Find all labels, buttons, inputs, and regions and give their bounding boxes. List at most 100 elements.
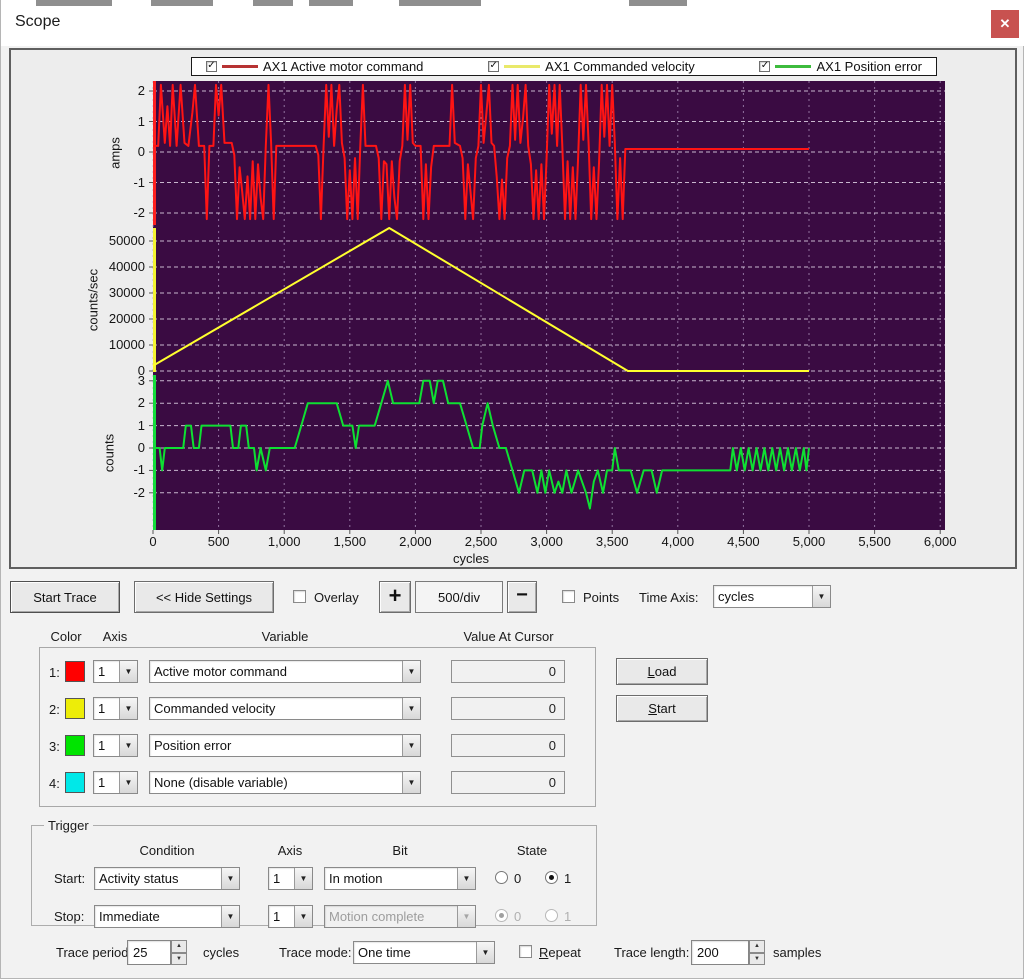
y-axis-title: amps — [107, 137, 123, 169]
variable-dropdown-4[interactable]: None (disable variable) ▼ — [149, 771, 421, 794]
x-tick-label: 3,000 — [530, 534, 563, 549]
trace-color-swatch[interactable] — [65, 661, 85, 682]
spin-down-icon[interactable]: ▼ — [171, 952, 187, 965]
y-tick-label: -1 — [133, 174, 145, 190]
chevron-down-icon: ▼ — [812, 586, 830, 607]
legend-line-swatch — [775, 65, 812, 68]
axis-dropdown-4[interactable]: 1 ▼ — [93, 771, 138, 794]
start-trace-button[interactable]: Start Trace — [10, 581, 120, 613]
y-tick-label: 1 — [137, 113, 145, 129]
condition-value: Immediate — [99, 909, 160, 924]
legend-checkbox[interactable] — [759, 61, 771, 72]
axis-value: 1 — [98, 775, 106, 790]
variable-value: None (disable variable) — [154, 775, 288, 790]
trigger-start-axis-dropdown[interactable]: 1 ▼ — [268, 867, 313, 890]
y-tick-label: 10000 — [108, 337, 145, 352]
repeat-checkbox[interactable] — [519, 945, 532, 958]
state-radio-1-label: 1 — [564, 909, 572, 924]
load-button[interactable]: Load — [616, 658, 708, 685]
legend-label: AX1 Active motor command — [263, 59, 424, 74]
plot-legend: AX1 Active motor command AX1 Commanded v… — [191, 57, 937, 76]
hide-settings-button[interactable]: << Hide Settings — [134, 581, 274, 613]
column-header-value: Value At Cursor — [463, 629, 554, 644]
legend-checkbox[interactable] — [206, 61, 217, 72]
x-axis-title: cycles — [452, 551, 490, 566]
chevron-down-icon: ▼ — [402, 735, 420, 756]
axis-value: 1 — [98, 738, 106, 753]
axis-value: 1 — [98, 664, 106, 679]
spin-up-icon[interactable]: ▲ — [749, 940, 765, 953]
trace-color-swatch[interactable] — [65, 698, 85, 719]
time-per-div-value: 500/div — [438, 589, 480, 605]
chevron-down-icon: ▼ — [294, 906, 312, 927]
menu-fragment — [629, 0, 687, 6]
plus-icon: + — [388, 582, 402, 608]
x-tick-label: 2,000 — [399, 534, 432, 549]
variable-dropdown-1[interactable]: Active motor command ▼ — [149, 660, 421, 683]
axis-dropdown-2[interactable]: 1 ▼ — [93, 697, 138, 720]
time-per-div-display: 500/div — [415, 581, 503, 613]
x-tick-label: 4,500 — [727, 534, 760, 549]
y-tick-label: 0 — [137, 440, 145, 455]
variable-value: Position error — [154, 738, 232, 753]
plot-area[interactable]: 2 1 0 -1 -2 amps 50000 40000 30000 20000 10000 0 cou… — [86, 81, 956, 566]
zoom-out-button[interactable]: − — [507, 581, 537, 613]
trace-mode-label: Trace mode: — [279, 945, 352, 960]
close-button[interactable]: ✕ — [991, 10, 1019, 38]
trigger-stop-axis-dropdown[interactable]: 1 ▼ — [268, 905, 313, 928]
zoom-in-button[interactable]: + — [379, 581, 411, 613]
trigger-start-condition-dropdown[interactable]: Activity status ▼ — [94, 867, 240, 890]
trace-mode-dropdown[interactable]: One time ▼ — [353, 941, 495, 964]
trace-period-spinner: 25 ▲ ▼ — [127, 940, 187, 965]
title-bar: Scope ✕ — [1, 0, 1024, 46]
chevron-down-icon: ▼ — [476, 942, 494, 963]
variable-dropdown-3[interactable]: Position error ▼ — [149, 734, 421, 757]
legend-line-swatch — [504, 65, 541, 68]
trace-period-unit: cycles — [203, 945, 240, 960]
y-tick-label: 50000 — [108, 233, 145, 248]
time-axis-dropdown[interactable]: cycles ▼ — [713, 585, 831, 608]
chevron-down-icon: ▼ — [402, 698, 420, 719]
x-tick-label: 5,000 — [792, 534, 826, 549]
cursor-value: 0 — [548, 664, 556, 679]
chevron-down-icon: ▼ — [119, 698, 137, 719]
spin-down-icon[interactable]: ▼ — [749, 952, 765, 965]
trace-mode-value: One time — [358, 945, 411, 960]
menu-fragment — [36, 0, 112, 6]
chevron-down-icon: ▼ — [402, 772, 420, 793]
bit-value: Motion complete — [329, 909, 425, 924]
menu-fragment — [399, 0, 481, 6]
y-axis-title: counts/sec — [85, 268, 101, 332]
chevron-down-icon: ▼ — [119, 735, 137, 756]
state-radio-1[interactable] — [545, 871, 558, 884]
chevron-down-icon: ▼ — [457, 906, 475, 927]
legend-checkbox[interactable] — [488, 61, 500, 72]
points-label: Points — [583, 590, 620, 605]
variable-dropdown-2[interactable]: Commanded velocity ▼ — [149, 697, 421, 720]
trigger-start-bit-dropdown[interactable]: In motion ▼ — [324, 867, 476, 890]
state-radio-1-label: 1 — [564, 871, 572, 886]
trace-color-swatch[interactable] — [65, 772, 85, 793]
trace-period-input[interactable]: 25 — [127, 940, 171, 965]
state-radio-0-label: 0 — [514, 909, 522, 924]
trace-color-swatch[interactable] — [65, 735, 85, 756]
start-button[interactable]: Start — [616, 695, 708, 722]
y-tick-label: 0 — [137, 363, 145, 378]
chevron-down-icon: ▼ — [457, 868, 475, 889]
spin-up-icon[interactable]: ▲ — [171, 940, 187, 953]
state-radio-0 — [495, 909, 508, 922]
axis-dropdown-3[interactable]: 1 ▼ — [93, 734, 138, 757]
trigger-stop-condition-dropdown[interactable]: Immediate ▼ — [94, 905, 240, 928]
row-number: 2: — [49, 702, 60, 717]
y-tick-label: 3 — [137, 372, 145, 388]
plot-svg — [149, 81, 945, 534]
overlay-checkbox[interactable] — [293, 590, 306, 603]
state-radio-0[interactable] — [495, 871, 508, 884]
row-number: 3: — [49, 739, 60, 754]
hide-settings-label: << Hide Settings — [155, 589, 253, 605]
cursor-value: 0 — [548, 738, 556, 753]
points-checkbox[interactable] — [562, 590, 575, 603]
axis-dropdown-1[interactable]: 1 ▼ — [93, 660, 138, 683]
trigger-groupbox: Trigger Condition Axis Bit State Start: … — [31, 818, 597, 928]
trace-length-input[interactable]: 200 — [691, 940, 749, 965]
